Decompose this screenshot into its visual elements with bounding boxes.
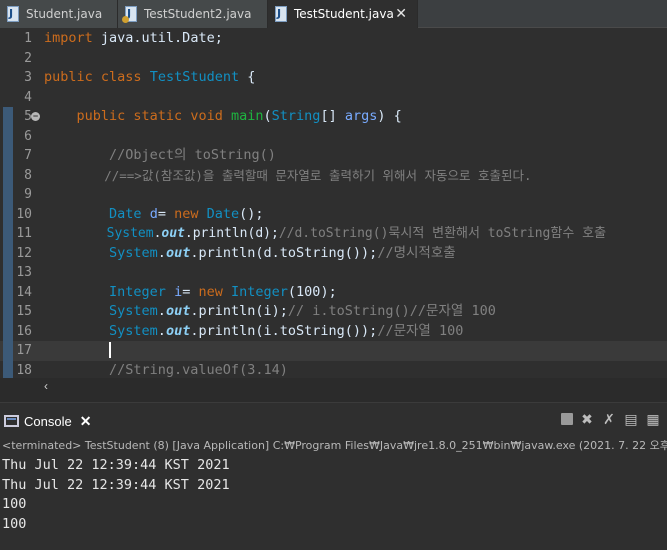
quick-diff-marker [3,243,13,263]
code-line: 6 [0,126,667,146]
line-number: 1 [24,31,32,46]
fold-collapse-icon[interactable]: − [31,112,40,121]
code-text: System.out.println(d);//d.toString()묵시적 … [44,226,607,241]
console-output-line: Thu Jul 22 12:39:44 KST 2021 [2,476,230,493]
line-number: 13 [16,265,32,280]
tab-label: TestStudent.java [294,7,394,21]
clear-console-icon[interactable]: ▤ [623,411,639,427]
line-number: 6 [24,128,32,144]
current-code-line: 17 [0,341,667,361]
code-line: 2 [0,49,667,69]
quick-diff-marker [3,165,13,185]
line-number: 4 [24,89,32,105]
code-text: System.out.println(d.toString());//명시적호출 [44,244,456,261]
tab-label: TestStudent2.java [144,7,252,21]
code-line: 13 [0,263,667,283]
tab-console[interactable]: Console ✕ [0,407,91,435]
code-line: 4 [0,88,667,108]
console-terminated-status: <terminated> TestStudent (8) [Java Appli… [2,439,667,452]
code-text: Integer i= new Integer(100); [44,283,337,300]
code-line: 3 public class TestStudent { [0,68,667,88]
remove-launch-icon[interactable]: ✖ [579,411,595,427]
code-text: System.out.println(i.toString());//문자열 1… [44,322,464,339]
console-output-line: 100 [2,496,27,512]
console-tools: ✖ ✗ ▤ ▦ [561,411,661,427]
code-text: public static void main(String[] args) { [44,108,402,124]
console-output-line: Thu Jul 22 12:39:44 KST 2021 [2,457,230,473]
line-number: 9 [24,187,32,202]
java-file-icon: J [274,6,288,22]
quick-diff-marker [3,302,13,322]
code-line: 14 Integer i= new Integer(100); [0,282,667,302]
tab-teststudent2-java[interactable]: J TestStudent2.java [118,0,268,28]
quick-diff-marker [3,185,13,205]
code-line: 5 − public static void main(String[] arg… [0,107,667,127]
terminate-icon[interactable] [561,413,573,425]
text-caret [109,342,112,358]
line-number: 16 [16,323,32,339]
horizontal-scrollbar[interactable]: ‹ [0,378,667,394]
line-number: 10 [16,206,32,222]
close-icon[interactable]: ✕ [395,6,407,22]
quick-diff-marker [3,204,13,224]
scroll-left-icon[interactable]: ‹ [44,378,48,394]
line-number: 5 [24,109,32,124]
quick-diff-marker [3,146,13,166]
line-number: 11 [16,226,32,241]
console-output-line: 100 [2,515,27,532]
code-line: 8 //==>값(참조값)을 출력할때 문자열로 출력하기 위해서 자동으로 호… [0,165,667,185]
quick-diff-marker [3,224,13,244]
code-line: 1 import java.util.Date; [0,29,667,49]
editor-tab-bar: J Student.java J TestStudent2.java J Tes… [0,0,667,28]
code-text: public class TestStudent { [44,69,256,85]
code-line: 10 Date d= new Date(); [0,204,667,224]
java-file-icon: J [6,6,20,22]
quick-diff-marker [3,126,13,146]
quick-diff-marker [3,321,13,341]
line-number: 7 [24,148,32,163]
code-editor[interactable]: 1 import java.util.Date; 2 3 public clas… [0,28,667,380]
code-text: System.out.println(i);// i.toString()//문… [44,303,496,319]
code-line: 7 //Object의 toString() [0,146,667,166]
code-line: 11 System.out.println(d);//d.toString()묵… [0,224,667,244]
console-icon [4,415,19,427]
line-number: 17 [16,343,32,358]
tab-student-java[interactable]: J Student.java [0,0,118,28]
code-comment: //Object의 toString() [44,147,276,163]
line-number: 12 [16,245,32,261]
quick-diff-marker [3,107,13,127]
console-tab-label: Console [24,413,72,429]
tab-label: Student.java [26,7,103,21]
tab-teststudent-java[interactable]: J TestStudent.java ✕ [268,0,418,28]
line-number: 14 [16,284,32,300]
code-line: 16 System.out.println(i.toString());//문자… [0,321,667,341]
code-comment: //==>값(참조값)을 출력할때 문자열로 출력하기 위해서 자동으로 호출된… [44,167,532,183]
line-number: 3 [24,70,32,85]
quick-diff-marker [3,263,13,283]
line-number: 15 [16,304,32,319]
code-text: Date d= new Date(); [44,205,264,222]
line-number: 8 [24,167,32,183]
console-toolbar: Console ✕ ✖ ✗ ▤ ▦ [0,402,667,436]
code-text: import java.util.Date; [44,30,223,46]
remove-all-icon[interactable]: ✗ [601,411,617,427]
quick-diff-marker [3,341,13,361]
scroll-lock-icon[interactable]: ▦ [645,411,661,427]
code-text [44,341,112,361]
code-line: 12 System.out.println(d.toString());//명시… [0,243,667,263]
quick-diff-marker [3,282,13,302]
java-file-icon: J [122,6,138,23]
line-number: 2 [24,50,32,66]
code-line: 9 [0,185,667,205]
close-icon[interactable]: ✕ [80,413,92,430]
code-line: 15 System.out.println(i);// i.toString()… [0,302,667,322]
pane-divider[interactable] [0,394,667,402]
